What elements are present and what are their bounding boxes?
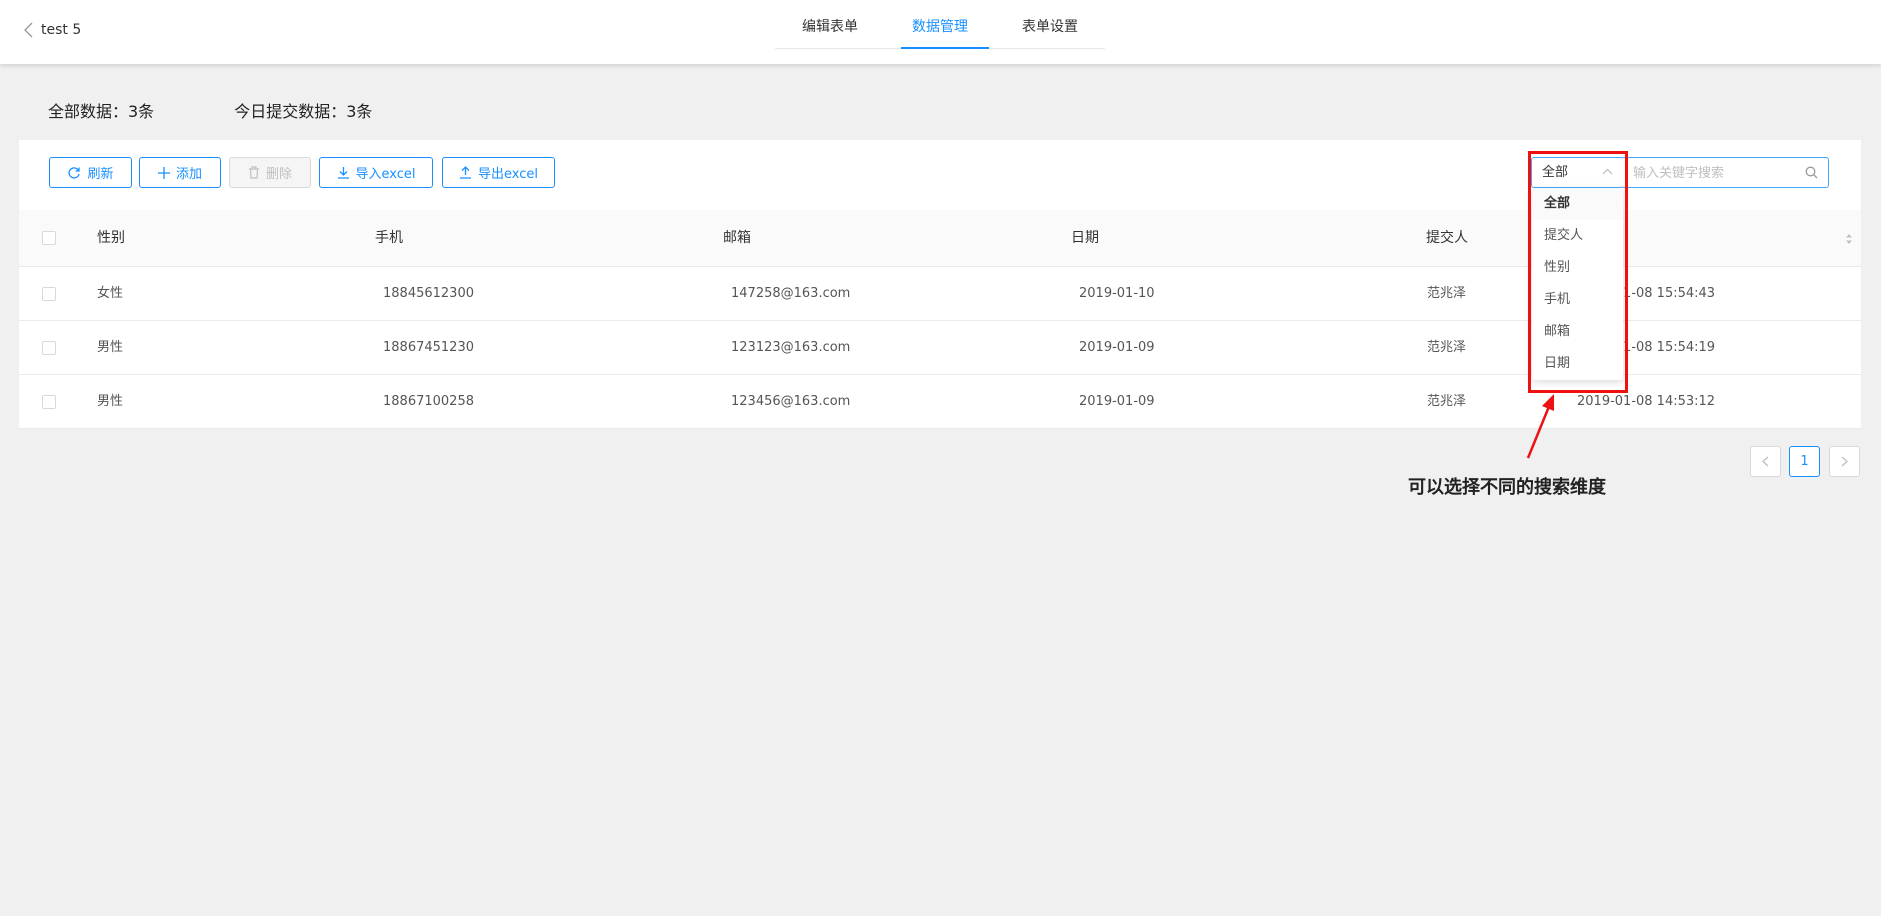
cell-time: 2019-01-08 14:53:12 xyxy=(1577,394,1716,409)
dropdown-option-all[interactable]: 全部 xyxy=(1532,188,1623,220)
export-excel-button[interactable]: 导出excel xyxy=(442,157,555,188)
page-number[interactable]: 1 xyxy=(1789,446,1820,477)
trash-icon xyxy=(248,166,259,179)
cell-email: 123123@163.com xyxy=(731,340,851,355)
cell-gender: 男性 xyxy=(97,394,124,409)
cell-submitter: 范兆泽 xyxy=(1427,394,1467,409)
top-bar: test 5 编辑表单 数据管理 表单设置 xyxy=(0,0,1881,64)
dropdown-option-gender[interactable]: 性别 xyxy=(1532,252,1623,284)
search-box xyxy=(1623,157,1829,189)
refresh-button[interactable]: 刷新 xyxy=(49,157,132,188)
import-excel-label: 导入excel xyxy=(355,167,416,182)
search-icon[interactable] xyxy=(1805,166,1818,179)
cell-date: 2019-01-09 xyxy=(1079,394,1155,409)
column-header-gender[interactable]: 性别 xyxy=(97,210,125,267)
search-dimension-dropdown: 全部 提交人 性别 手机 邮箱 日期 xyxy=(1532,188,1623,380)
sort-icon[interactable] xyxy=(1845,232,1853,246)
delete-label: 删除 xyxy=(265,167,292,182)
delete-button[interactable]: 删除 xyxy=(229,157,311,188)
column-header-submitter[interactable]: 提交人 xyxy=(1426,210,1468,267)
refresh-label: 刷新 xyxy=(87,167,114,182)
back-button[interactable]: test 5 xyxy=(24,22,81,38)
today-count: 今日提交数据：3条 xyxy=(234,102,373,121)
prev-page-button[interactable] xyxy=(1750,446,1781,477)
dropdown-option-phone[interactable]: 手机 xyxy=(1532,284,1623,316)
cell-phone: 18867451230 xyxy=(383,340,474,355)
chevron-up-icon xyxy=(1602,168,1613,175)
select-all-checkbox[interactable] xyxy=(42,231,56,245)
cell-gender: 男性 xyxy=(97,340,124,355)
column-header-date[interactable]: 日期 xyxy=(1071,210,1099,267)
data-stats: 全部数据：3条 今日提交数据：3条 xyxy=(48,98,372,122)
dropdown-option-date[interactable]: 日期 xyxy=(1532,348,1623,380)
dropdown-option-email[interactable]: 邮箱 xyxy=(1532,316,1623,348)
table-row[interactable]: 男性 18867100258 123456@163.com 2019-01-09… xyxy=(19,375,1861,429)
form-title: test 5 xyxy=(41,22,82,38)
cell-date: 2019-01-10 xyxy=(1079,286,1155,301)
column-header-email[interactable]: 邮箱 xyxy=(723,210,751,267)
tab-form-settings[interactable]: 表单设置 xyxy=(995,0,1105,48)
refresh-icon xyxy=(68,166,81,179)
total-count: 全部数据：3条 xyxy=(48,102,155,121)
tab-edit-form[interactable]: 编辑表单 xyxy=(775,0,885,48)
row-checkbox[interactable] xyxy=(42,287,56,301)
add-label: 添加 xyxy=(175,167,202,182)
search-dimension-select[interactable]: 全部 xyxy=(1531,157,1624,188)
cell-email: 147258@163.com xyxy=(731,286,851,301)
download-icon xyxy=(337,167,349,179)
column-header-phone[interactable]: 手机 xyxy=(375,210,403,267)
search-input[interactable] xyxy=(1623,158,1795,189)
tab-bar: 编辑表单 数据管理 表单设置 xyxy=(775,0,1105,49)
cell-phone: 18867100258 xyxy=(383,394,474,409)
cell-phone: 18845612300 xyxy=(383,286,474,301)
dropdown-option-submitter[interactable]: 提交人 xyxy=(1532,220,1623,252)
cell-gender: 女性 xyxy=(97,286,124,301)
import-excel-button[interactable]: 导入excel xyxy=(319,157,433,188)
cell-submitter: 范兆泽 xyxy=(1427,286,1467,301)
plus-icon xyxy=(157,166,170,179)
row-checkbox[interactable] xyxy=(42,395,56,409)
next-page-button[interactable] xyxy=(1829,446,1860,477)
chevron-right-icon xyxy=(1841,456,1848,467)
search-dimension-value: 全部 xyxy=(1542,165,1569,180)
row-checkbox[interactable] xyxy=(42,341,56,355)
chevron-left-icon xyxy=(24,22,33,38)
chevron-left-icon xyxy=(1762,456,1769,467)
upload-icon xyxy=(460,166,471,179)
export-excel-label: 导出excel xyxy=(478,167,538,182)
annotation-arrow-icon xyxy=(1526,394,1554,459)
cell-date: 2019-01-09 xyxy=(1079,340,1155,355)
cell-email: 123456@163.com xyxy=(731,394,851,409)
tab-data-management[interactable]: 数据管理 xyxy=(885,0,995,49)
add-button[interactable]: 添加 xyxy=(139,157,221,188)
cell-submitter: 范兆泽 xyxy=(1427,340,1467,355)
annotation-text: 可以选择不同的搜索维度 xyxy=(1408,477,1606,498)
